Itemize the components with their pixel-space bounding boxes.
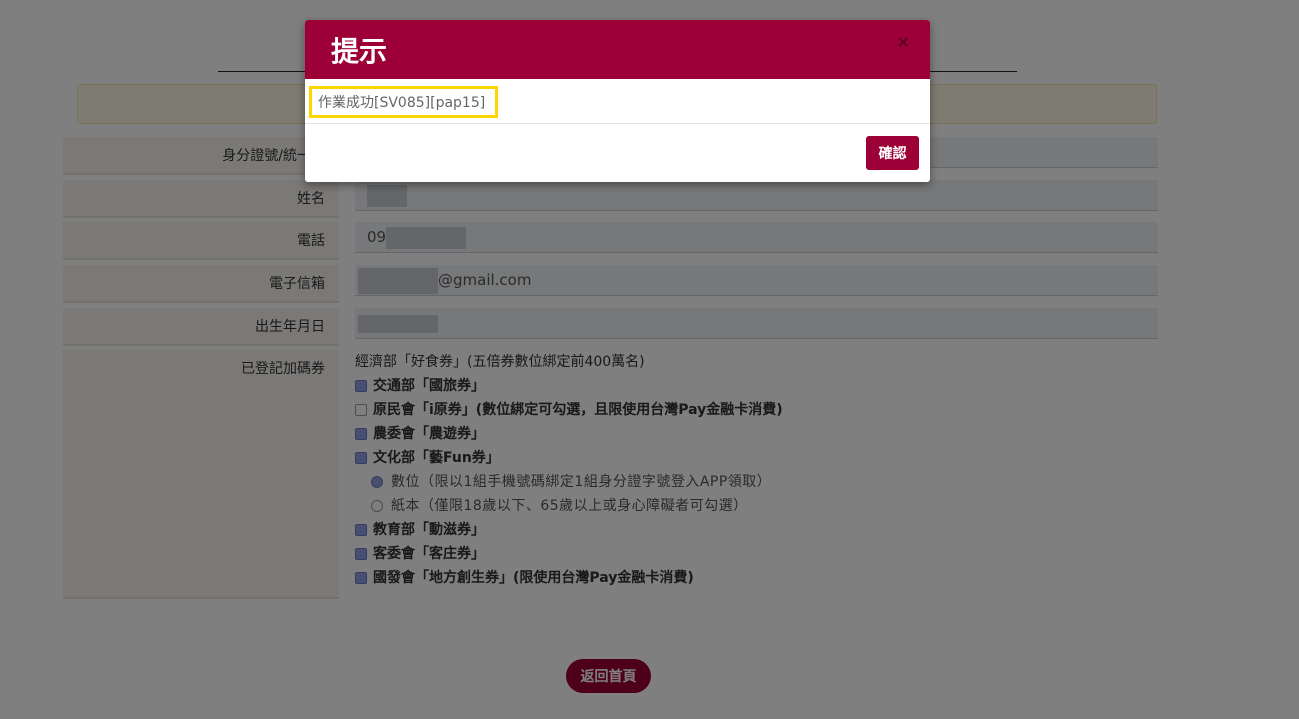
confirm-button[interactable]: 確認: [866, 136, 919, 170]
modal-title: 提示: [331, 35, 388, 68]
modal-header: 提示 ×: [305, 20, 930, 79]
modal-message: 作業成功[SV085][pap15]: [309, 86, 499, 118]
modal-body: 作業成功[SV085][pap15]: [305, 79, 930, 124]
page: 身分證號/統一證 姓名 電話 09 電子信箱 @gmail.com 出生年月日 …: [0, 0, 1299, 719]
close-icon[interactable]: ×: [897, 32, 910, 51]
alert-modal: 提示 × 作業成功[SV085][pap15] 確認: [305, 20, 930, 182]
